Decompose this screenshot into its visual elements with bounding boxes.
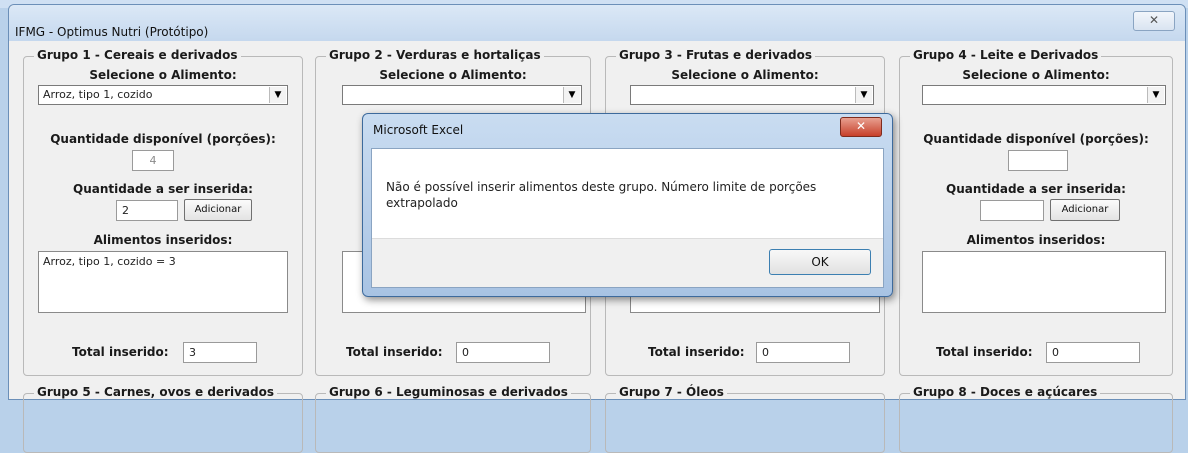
select-food-label: Selecione o Alimento: [89, 68, 237, 82]
group-3-total-field: 0 [756, 342, 850, 363]
group-8-title: Grupo 8 - Doces e açúcares [910, 385, 1101, 399]
chevron-down-icon[interactable]: ▼ [563, 87, 580, 103]
group-2-food-dropdown[interactable]: ▼ [342, 85, 582, 105]
chevron-down-icon[interactable]: ▼ [1147, 87, 1164, 103]
window-close-button[interactable]: ✕ [1133, 11, 1175, 31]
window-title: IFMG - Optimus Nutri (Protótipo) [15, 25, 209, 39]
inserted-foods-label: Alimentos inseridos: [966, 233, 1106, 247]
total-inserted-label: Total inserido: [72, 345, 169, 359]
group-1-title: Grupo 1 - Cereais e derivados [34, 48, 241, 62]
group-4-panel: Grupo 4 - Leite e Derivados Selecione o … [899, 48, 1173, 376]
dialog-message: Não é possível inserir alimentos deste g… [386, 180, 817, 210]
insert-qty-label: Quantidade a ser inserida: [946, 182, 1126, 196]
group-6-title: Grupo 6 - Leguminosas e derivados [326, 385, 571, 399]
close-icon: ✕ [1148, 13, 1160, 27]
group-1-available-qty: 4 [132, 150, 174, 171]
window-titlebar: IFMG - Optimus Nutri (Protótipo) ✕ [9, 5, 1185, 41]
total-inserted-label: Total inserido: [346, 345, 443, 359]
group-1-inserted-list[interactable]: Arroz, tipo 1, cozido = 3 [38, 251, 288, 313]
ok-button[interactable]: OK [769, 249, 871, 275]
group-4-insert-qty-input[interactable] [980, 200, 1044, 221]
chevron-down-icon[interactable]: ▼ [855, 87, 872, 103]
dialog-body: Não é possível inserir alimentos deste g… [371, 148, 884, 288]
group-1-insert-qty-input[interactable]: 2 [116, 200, 178, 221]
group-1-panel: Grupo 1 - Cereais e derivados Selecione … [23, 48, 303, 376]
group-3-title: Grupo 3 - Frutas e derivados [616, 48, 816, 62]
group-3-food-dropdown[interactable]: ▼ [630, 85, 874, 105]
close-icon: ✕ [855, 119, 867, 133]
inserted-foods-label: Alimentos inseridos: [93, 233, 233, 247]
alert-dialog: Microsoft Excel ✕ Não é possível inserir… [362, 113, 893, 297]
group-4-total-field: 0 [1046, 342, 1140, 363]
group-4-available-qty [1008, 150, 1068, 171]
group-2-title: Grupo 2 - Verduras e hortaliças [326, 48, 544, 62]
group-4-inserted-list[interactable] [922, 251, 1166, 313]
available-qty-label: Quantidade disponível (porções): [923, 132, 1149, 146]
dialog-close-button[interactable]: ✕ [840, 117, 882, 137]
group-7-panel: Grupo 7 - Óleos [605, 385, 885, 453]
chevron-down-icon[interactable]: ▼ [269, 87, 286, 103]
group-8-panel: Grupo 8 - Doces e açúcares [899, 385, 1173, 453]
group-1-total-field: 3 [183, 342, 257, 363]
group-1-add-button[interactable]: Adicionar [184, 199, 252, 221]
group-5-panel: Grupo 5 - Carnes, ovos e derivados [23, 385, 303, 453]
group-2-total-field: 0 [456, 342, 550, 363]
select-food-label: Selecione o Alimento: [962, 68, 1110, 82]
select-food-label: Selecione o Alimento: [671, 68, 819, 82]
dialog-footer: OK [372, 238, 883, 287]
group-4-title: Grupo 4 - Leite e Derivados [910, 48, 1102, 62]
select-food-label: Selecione o Alimento: [379, 68, 527, 82]
list-item[interactable]: Arroz, tipo 1, cozido = 3 [43, 255, 283, 268]
group-5-title: Grupo 5 - Carnes, ovos e derivados [34, 385, 277, 399]
group-7-title: Grupo 7 - Óleos [616, 385, 727, 399]
dialog-title: Microsoft Excel [373, 123, 464, 137]
group-1-food-dropdown[interactable]: Arroz, tipo 1, cozido ▼ [38, 85, 288, 105]
available-qty-label: Quantidade disponível (porções): [50, 132, 276, 146]
total-inserted-label: Total inserido: [936, 345, 1033, 359]
dropdown-value: Arroz, tipo 1, cozido [43, 88, 153, 101]
group-4-food-dropdown[interactable]: ▼ [922, 85, 1166, 105]
group-6-panel: Grupo 6 - Leguminosas e derivados [315, 385, 591, 453]
insert-qty-label: Quantidade a ser inserida: [73, 182, 253, 196]
group-4-add-button[interactable]: Adicionar [1050, 199, 1120, 221]
total-inserted-label: Total inserido: [648, 345, 745, 359]
